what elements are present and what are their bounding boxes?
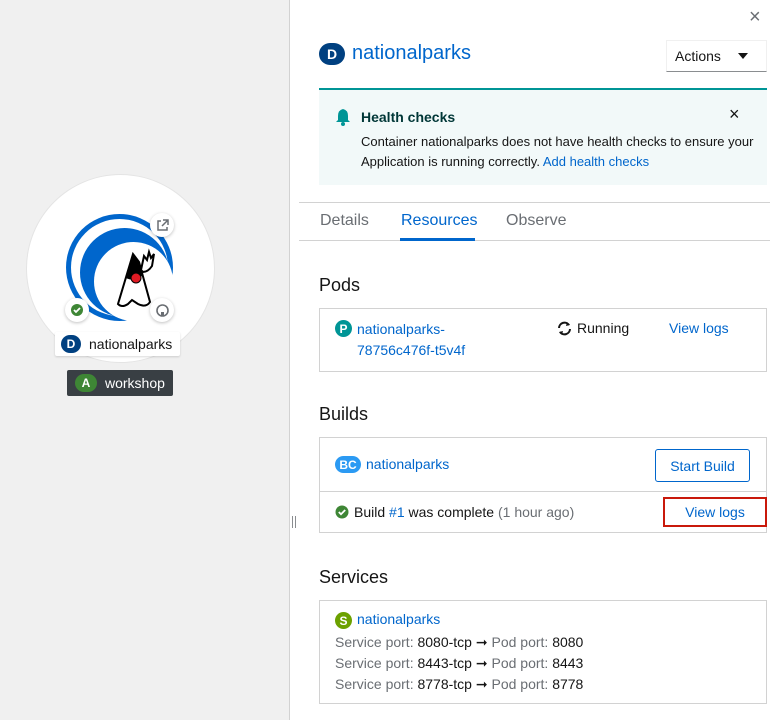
bell-icon — [335, 108, 351, 129]
add-health-checks-link[interactable]: Add health checks — [543, 154, 649, 169]
open-url-icon[interactable] — [150, 213, 174, 237]
pod-status: Running — [577, 320, 630, 336]
resize-handle[interactable] — [292, 516, 296, 528]
build-view-logs-link[interactable]: View logs — [663, 497, 767, 527]
service-ports: Service port: 8080-tcp ➞ Pod port: 8080 … — [335, 632, 583, 695]
actions-label: Actions — [675, 48, 721, 64]
service-badge: S — [335, 612, 352, 629]
deployment-badge: D — [319, 42, 345, 65]
service-port-row: Service port: 8443-tcp ➞ Pod port: 8443 — [335, 655, 584, 671]
alert-close-button[interactable]: × — [729, 104, 740, 125]
pods-heading: Pods — [319, 275, 361, 295]
topology-canvas[interactable]: D nationalparks A workshop — [0, 0, 289, 720]
resource-title-link[interactable]: nationalparks — [352, 42, 471, 65]
tab-details[interactable]: Details — [320, 212, 369, 230]
build-status-text: Build #1 was complete (1 hour ago) — [354, 504, 574, 520]
pod-badge: P — [335, 320, 352, 337]
panel-divider[interactable] — [289, 0, 299, 720]
build-config-link[interactable]: nationalparks — [366, 456, 449, 472]
arrow-right-icon: ➞ — [475, 655, 488, 671]
pods-box: P nationalparks- 78756c476f-t5v4f Runnin… — [319, 308, 767, 372]
build-config-box: BC nationalparks Start Build — [319, 437, 767, 492]
alert-title: Health checks — [361, 109, 456, 125]
application-group-label[interactable]: A workshop — [67, 370, 173, 396]
pod-view-logs-link[interactable]: View logs — [669, 320, 729, 336]
application-name: workshop — [105, 375, 165, 391]
tab-resources[interactable]: Resources — [401, 212, 477, 230]
arrow-right-icon: ➞ — [475, 634, 488, 650]
side-panel: × D nationalparks Actions Health checks … — [299, 0, 770, 720]
build-status-icon[interactable] — [65, 298, 89, 322]
start-build-button[interactable]: Start Build — [655, 449, 750, 482]
close-panel-button[interactable]: × — [749, 6, 761, 29]
alert-body: Container nationalparks does not have he… — [361, 132, 761, 172]
builds-heading: Builds — [319, 404, 369, 424]
build-config-badge: BC — [335, 456, 361, 473]
health-checks-alert: Health checks × Container nationalparks … — [319, 88, 767, 185]
services-heading: Services — [319, 567, 389, 587]
tabs: Details Resources Observe — [299, 203, 770, 241]
service-port-row: Service port: 8080-tcp ➞ Pod port: 8080 — [335, 634, 584, 650]
deployment-badge: D — [61, 335, 81, 353]
build-row: Build #1 was complete (1 hour ago) View … — [319, 491, 767, 533]
pod-name-link[interactable]: nationalparks- — [357, 319, 465, 340]
actions-dropdown[interactable]: Actions — [666, 40, 767, 72]
node-label[interactable]: D nationalparks — [55, 332, 181, 356]
application-badge: A — [75, 374, 97, 392]
service-port-row: Service port: 8778-tcp ➞ Pod port: 8778 — [335, 676, 584, 692]
github-icon[interactable] — [150, 298, 174, 322]
build-suffix: was complete — [408, 504, 495, 520]
check-circle-icon — [335, 505, 349, 522]
build-time: (1 hour ago) — [497, 504, 575, 520]
build-number-link[interactable]: #1 — [389, 504, 405, 520]
services-box: S nationalparks Service port: 8080-tcp ➞… — [319, 600, 767, 704]
active-tab-indicator — [400, 238, 475, 241]
arrow-right-icon: ➞ — [475, 676, 488, 692]
panel-title: D nationalparks — [319, 42, 471, 65]
build-prefix: Build — [354, 504, 386, 520]
caret-down-icon — [738, 53, 748, 59]
node-name: nationalparks — [89, 336, 173, 352]
service-name-link[interactable]: nationalparks — [357, 611, 440, 627]
pod-name-link-2[interactable]: 78756c476f-t5v4f — [357, 340, 465, 361]
sync-icon — [557, 321, 572, 339]
tab-observe[interactable]: Observe — [506, 212, 566, 230]
